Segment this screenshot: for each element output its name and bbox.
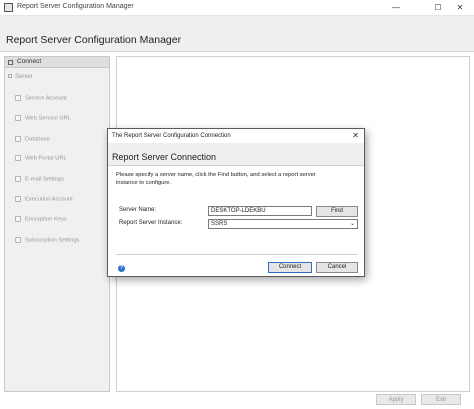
connect-icon (8, 60, 13, 65)
sidebar-item-label: Web Service URL (25, 115, 71, 122)
web-portal-url-icon (15, 155, 21, 161)
subscription-icon (15, 237, 21, 243)
sidebar-item-label: Subscription Settings (25, 237, 80, 244)
sidebar-item-web-service-url[interactable]: Web Service URL (15, 115, 71, 125)
exit-button[interactable]: Exit (421, 394, 461, 405)
dialog-close-icon[interactable]: ✕ (352, 131, 359, 140)
sidebar-item-label: Web Portal URL (25, 155, 67, 162)
sidebar-item-label: Encryption Keys (25, 216, 67, 223)
instance-value: SSRS (211, 221, 228, 227)
server-icon (8, 74, 12, 79)
page-title: Report Server Configuration Manager (6, 34, 182, 46)
instance-select[interactable]: SSRS ⌄ (208, 219, 358, 229)
apply-button[interactable]: Apply (376, 394, 416, 405)
instance-label: Report Server Instance: (119, 220, 183, 226)
database-icon (15, 136, 21, 142)
dialog-header: Report Server Connection (108, 143, 364, 166)
app-header: Report Server Configuration Manager (0, 16, 474, 52)
execution-account-icon (15, 196, 21, 202)
find-button[interactable]: Find (316, 206, 358, 217)
dialog-description: Please specify a server name, click the … (116, 172, 316, 186)
connect-button[interactable]: Connect (5, 57, 109, 68)
sidebar-item-web-portal-url[interactable]: Web Portal URL (15, 155, 67, 165)
sidebar: Connect Server Service Account Web Servi… (4, 56, 110, 392)
sidebar-item-label: E-mail Settings (25, 176, 64, 183)
sidebar-item-server[interactable]: Server (8, 74, 33, 80)
dialog-heading: Report Server Connection (112, 152, 217, 162)
connect-dialog-button[interactable]: Connect (268, 262, 312, 273)
cancel-button[interactable]: Cancel (316, 262, 358, 273)
key-icon (15, 216, 21, 222)
help-icon[interactable]: ? (118, 265, 125, 272)
sidebar-item-label: Execution Account (25, 196, 73, 203)
sidebar-item-email-settings[interactable]: E-mail Settings (15, 176, 64, 186)
sidebar-item-service-account[interactable]: Service Account (15, 95, 67, 105)
minimize-button[interactable]: — (382, 0, 410, 16)
app-icon (4, 3, 13, 12)
sidebar-item-label: Service Account (25, 95, 67, 102)
email-icon (15, 176, 21, 182)
dialog-title: The Report Server Configuration Connecti… (112, 133, 231, 139)
connection-dialog: The Report Server Configuration Connecti… (107, 128, 365, 277)
sidebar-item-encryption-keys[interactable]: Encryption Keys (15, 216, 67, 226)
sidebar-item-label: Database (25, 136, 50, 143)
sidebar-item-execution-account[interactable]: Execution Account (15, 196, 73, 206)
sidebar-item-database[interactable]: Database (15, 136, 50, 146)
service-account-icon (15, 95, 21, 101)
window-title: Report Server Configuration Manager (17, 3, 134, 10)
server-name-input[interactable]: DESKTOP-LDEKBU (208, 206, 312, 216)
server-name-label: Server Name: (119, 207, 157, 213)
dialog-titlebar: The Report Server Configuration Connecti… (108, 129, 364, 143)
web-service-url-icon (15, 115, 21, 121)
server-label: Server (15, 74, 33, 80)
window-titlebar: Report Server Configuration Manager — ☐ … (0, 0, 474, 16)
chevron-down-icon: ⌄ (349, 221, 355, 227)
connect-label: Connect (17, 58, 42, 65)
sidebar-item-subscription-settings[interactable]: Subscription Settings (15, 237, 79, 247)
dialog-separator (116, 254, 358, 255)
close-button[interactable]: ✕ (446, 0, 474, 16)
